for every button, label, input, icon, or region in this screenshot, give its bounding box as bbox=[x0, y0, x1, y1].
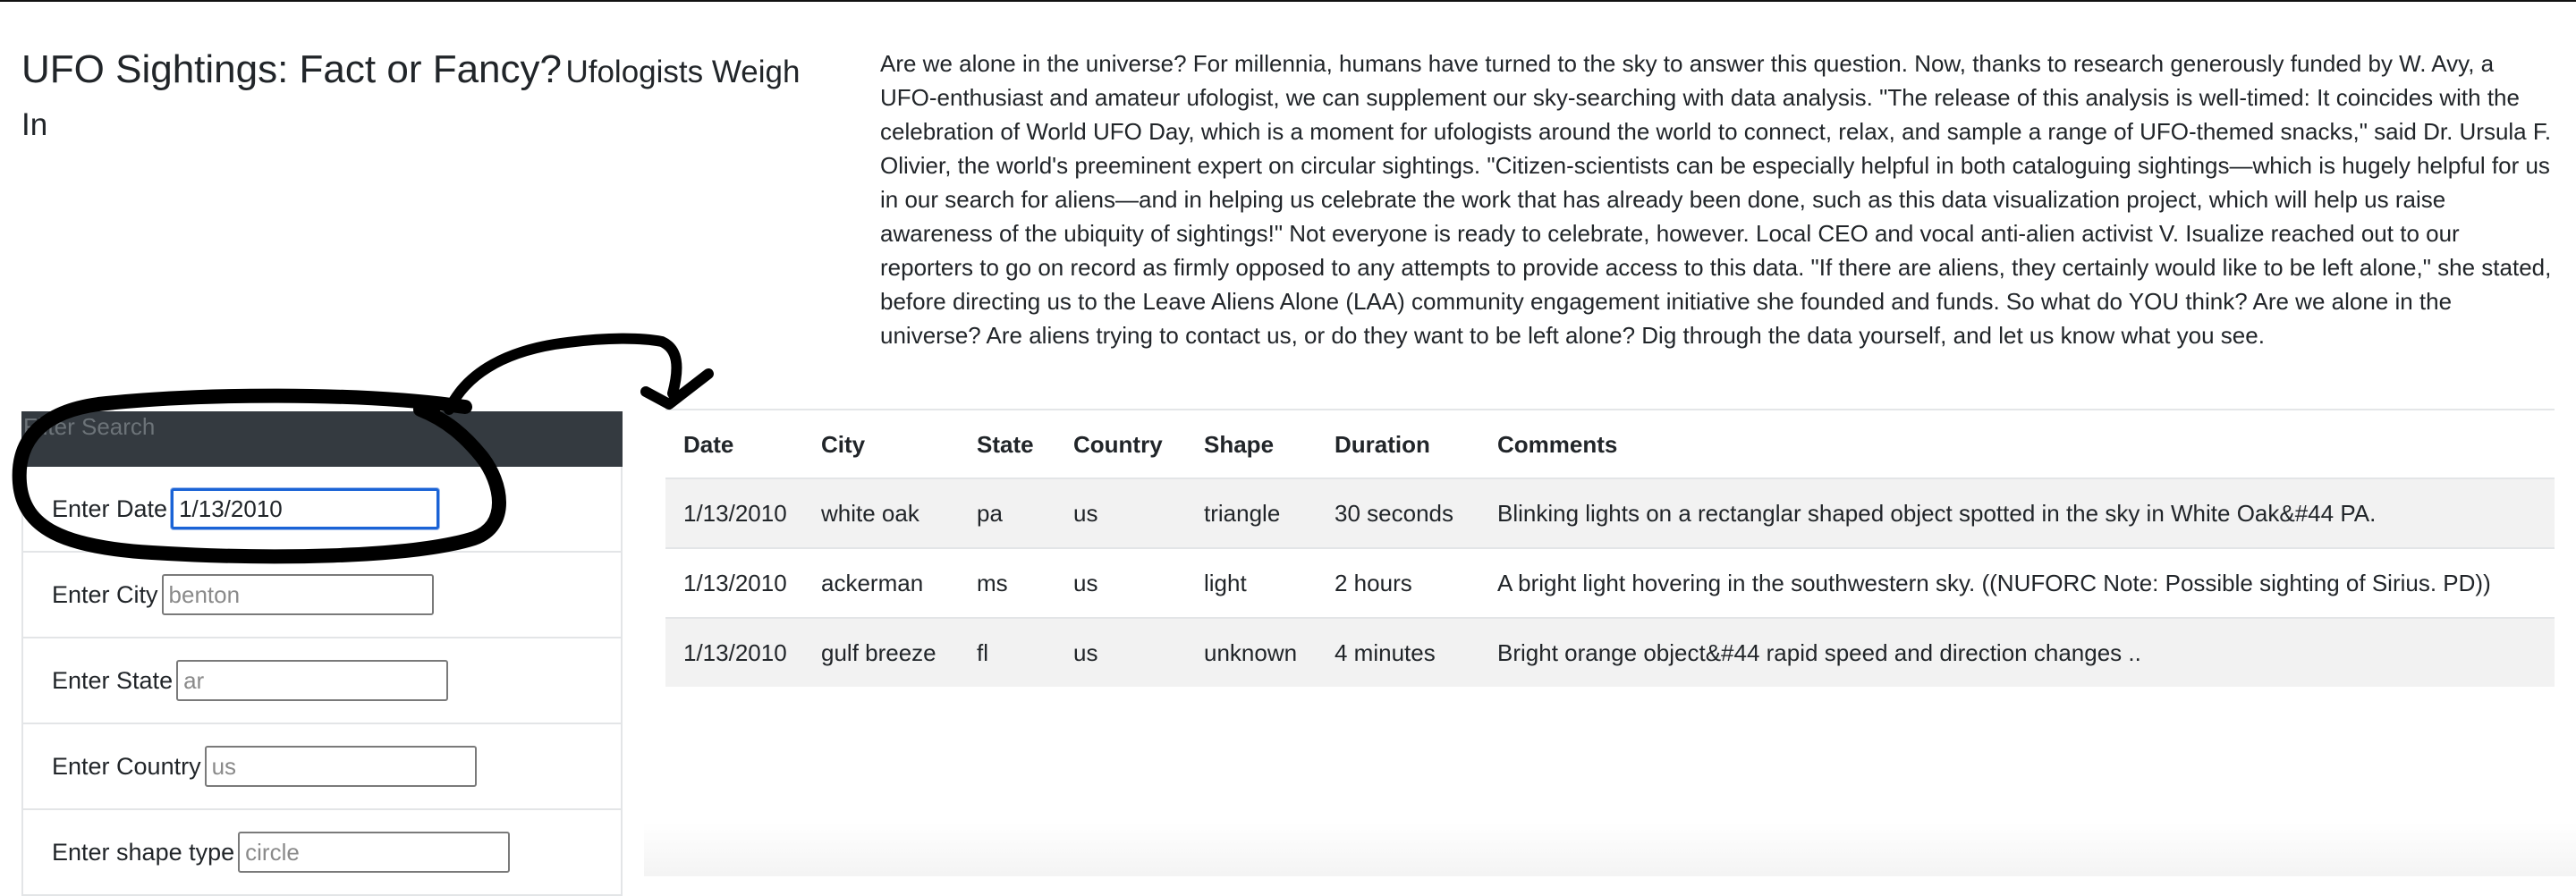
filter-item-city: Enter City bbox=[23, 553, 621, 638]
filter-panel: Filter Search Enter Date Enter City Ente… bbox=[21, 411, 623, 896]
city-label: Enter City bbox=[52, 580, 158, 608]
cell-shape: unknown bbox=[1186, 617, 1317, 687]
sightings-table-container: Date City State Country Shape Duration C… bbox=[665, 411, 2555, 687]
page-title: UFO Sightings: Fact or Fancy? bbox=[21, 47, 562, 91]
cell-duration: 4 minutes bbox=[1317, 617, 1479, 687]
cell-city: gulf breeze bbox=[803, 617, 959, 687]
state-input[interactable] bbox=[176, 660, 449, 701]
sightings-table: Date City State Country Shape Duration C… bbox=[665, 411, 2555, 687]
table-header-row: Date City State Country Shape Duration C… bbox=[665, 411, 2555, 478]
country-label: Enter Country bbox=[52, 752, 201, 780]
cell-state: ms bbox=[959, 547, 1055, 618]
cell-comments: Bright orange object&#44 rapid speed and… bbox=[1479, 617, 2555, 687]
state-label: Enter State bbox=[52, 666, 174, 694]
shape-label: Enter shape type bbox=[52, 838, 235, 866]
cell-city: ackerman bbox=[803, 547, 959, 618]
cell-country: us bbox=[1055, 478, 1186, 548]
divider bbox=[665, 409, 2555, 410]
filter-panel-title: Filter Search bbox=[23, 413, 156, 440]
filter-panel-header: Filter Search bbox=[21, 411, 623, 467]
cell-shape: light bbox=[1186, 547, 1317, 618]
table-row: 1/13/2010 gulf breeze fl us unknown 4 mi… bbox=[665, 617, 2555, 687]
annotation-arrow-curve bbox=[444, 333, 682, 415]
cell-country: us bbox=[1055, 617, 1186, 687]
top-rule bbox=[0, 0, 2576, 2]
cell-duration: 2 hours bbox=[1317, 547, 1479, 618]
cell-state: fl bbox=[959, 617, 1055, 687]
annotation-arrow-head bbox=[640, 368, 714, 410]
filter-item-state: Enter State bbox=[23, 638, 621, 724]
date-input[interactable] bbox=[171, 488, 440, 529]
page-header: UFO Sightings: Fact or Fancy? Ufologists… bbox=[21, 46, 826, 155]
cell-comments: Blinking lights on a rectanglar shaped o… bbox=[1479, 478, 2555, 548]
cell-date: 1/13/2010 bbox=[665, 547, 803, 618]
country-input[interactable] bbox=[204, 746, 477, 787]
cell-date: 1/13/2010 bbox=[665, 617, 803, 687]
column-header-date: Date bbox=[683, 430, 734, 458]
cell-date: 1/13/2010 bbox=[665, 478, 803, 548]
column-header-country: Country bbox=[1073, 430, 1163, 458]
intro-paragraph: Are we alone in the universe? For millen… bbox=[880, 50, 2552, 349]
cell-duration: 30 seconds bbox=[1317, 478, 1479, 548]
cell-comments: A bright light hovering in the southwest… bbox=[1479, 547, 2555, 618]
date-label: Enter Date bbox=[52, 494, 168, 522]
column-header-state: State bbox=[977, 430, 1034, 458]
cell-city: white oak bbox=[803, 478, 959, 548]
cell-state: pa bbox=[959, 478, 1055, 548]
shape-input[interactable] bbox=[238, 832, 511, 873]
cell-country: us bbox=[1055, 547, 1186, 618]
table-row: 1/13/2010 ackerman ms us light 2 hours A… bbox=[665, 547, 2555, 618]
cell-shape: triangle bbox=[1186, 478, 1317, 548]
filter-item-country: Enter Country bbox=[23, 724, 621, 810]
city-input[interactable] bbox=[161, 574, 434, 615]
filter-item-shape: Enter shape type bbox=[23, 810, 621, 896]
table-row: 1/13/2010 white oak pa us triangle 30 se… bbox=[665, 478, 2555, 548]
filter-item-date: Enter Date bbox=[23, 467, 621, 553]
column-header-comments: Comments bbox=[1497, 430, 1618, 458]
column-header-duration: Duration bbox=[1335, 430, 1430, 458]
bottom-fade bbox=[644, 823, 2576, 876]
filter-list: Enter Date Enter City Enter State Enter … bbox=[21, 467, 623, 896]
column-header-shape: Shape bbox=[1204, 430, 1275, 458]
column-header-city: City bbox=[821, 430, 866, 458]
